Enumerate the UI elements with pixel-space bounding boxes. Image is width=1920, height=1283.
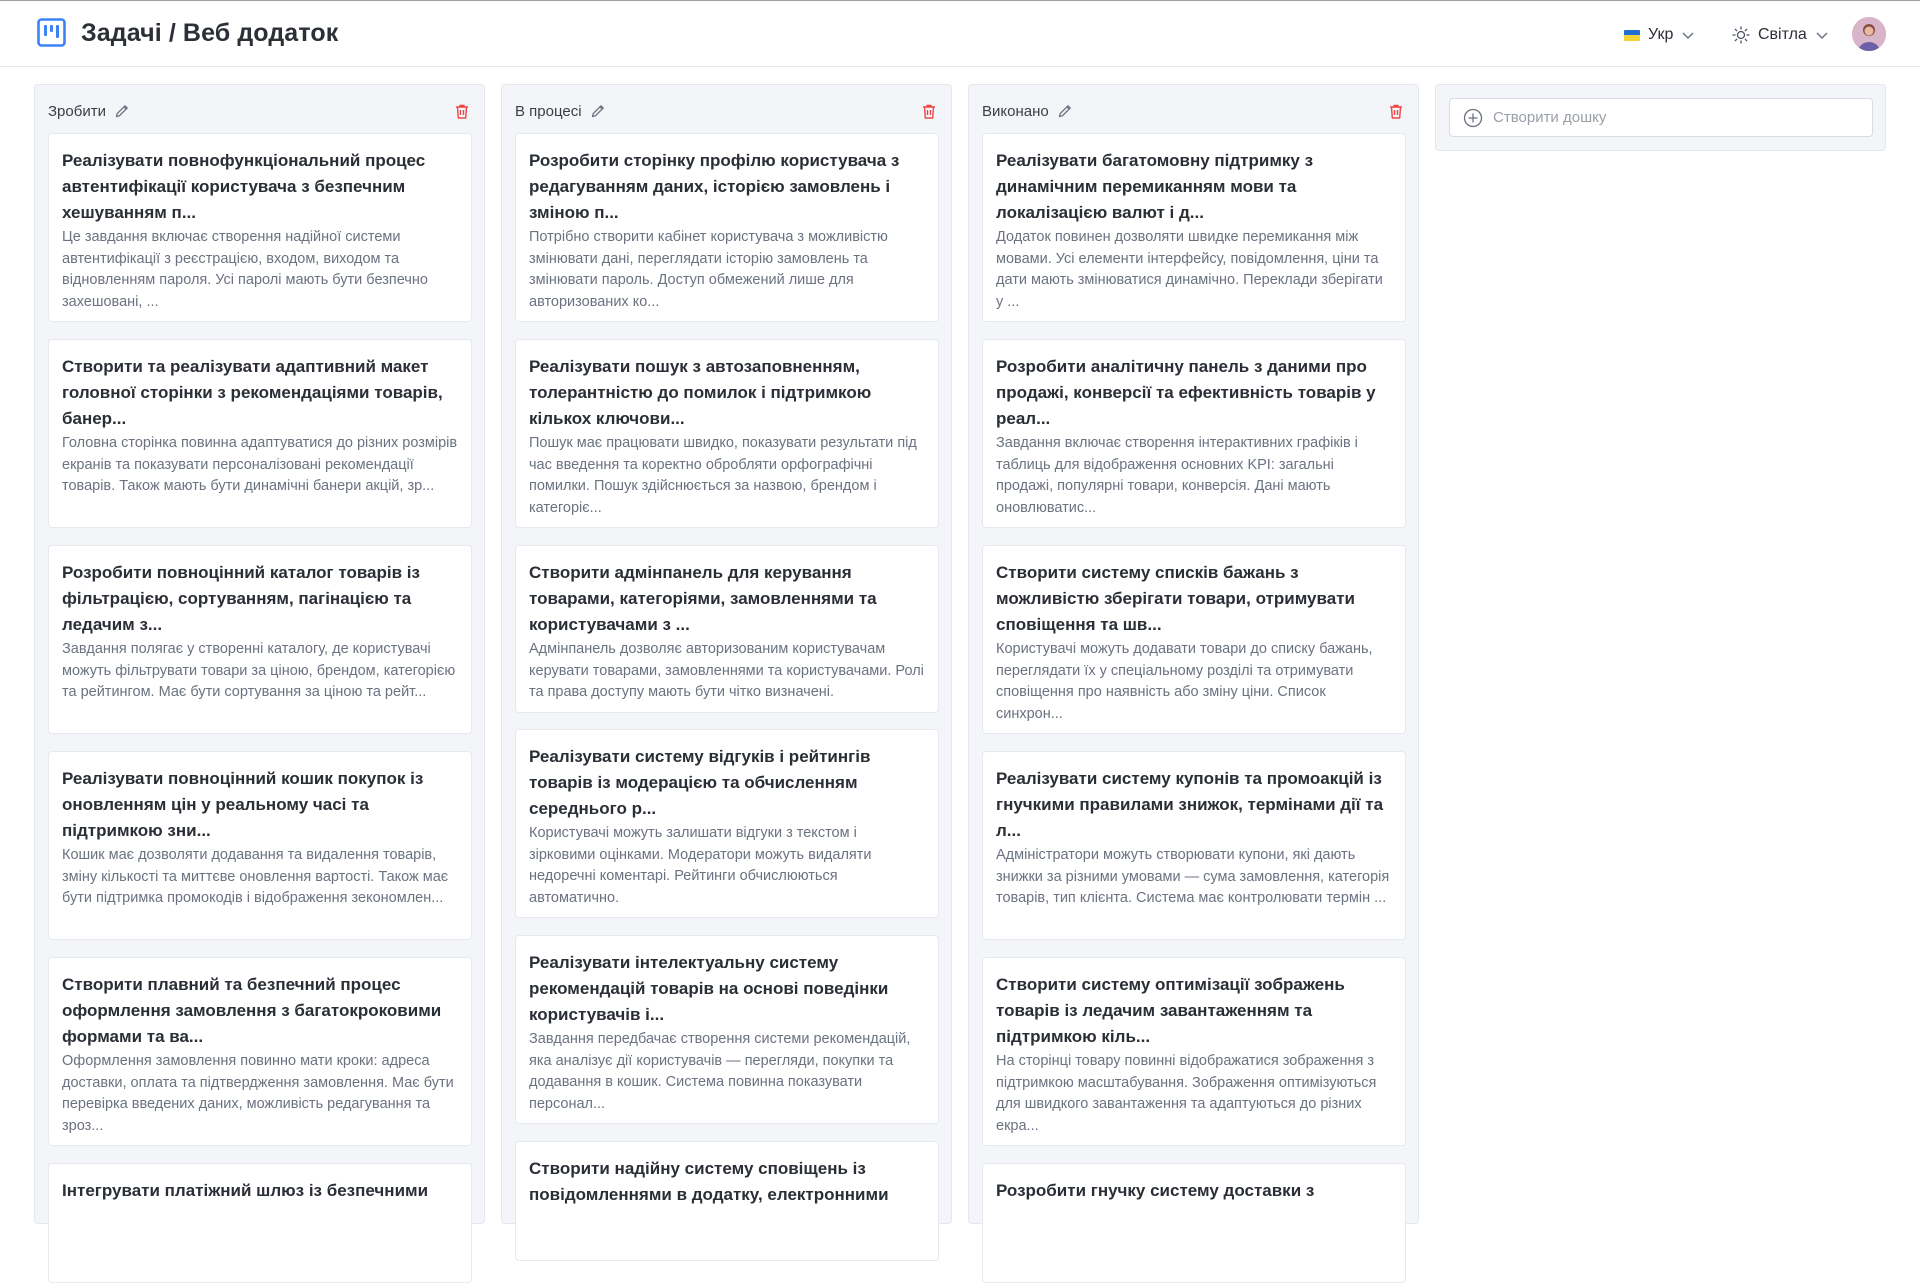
card-title: Розробити аналітичну панель з даними про… [996,357,1376,428]
card-title: Реалізувати пошук з автозаповненням, тол… [529,357,872,428]
card-description: Головна сторінка повинна адаптуватися до… [62,435,458,494]
card-title: Створити плавний та безпечний процес офо… [62,975,442,1046]
task-card[interactable]: Реалізувати пошук з автозаповненням, тол… [515,339,939,528]
column-title: Виконано [982,102,1049,120]
user-portrait-icon [1852,17,1886,51]
card-title: Інтегрувати платіжний шлюз із безпечними [62,1181,429,1200]
edit-pencil-icon[interactable] [1057,103,1073,119]
column-header: В процесі [515,99,937,123]
task-card[interactable]: Розробити повноцінний каталог товарів із… [48,545,472,734]
card-title: Розробити сторінку профілю користувача з… [529,151,900,222]
card-description: Користувачі можуть залишати відгуки з те… [529,825,872,906]
card-title: Створити систему списків бажань з можлив… [996,563,1355,634]
card-description: Кошик має дозволяти додавання та видален… [62,847,449,906]
task-card[interactable]: Створити надійну систему сповіщень із по… [515,1141,939,1261]
ukraine-flag-icon [1624,29,1640,41]
card-description: Адміністратори можуть створювати купони,… [996,847,1390,906]
board-logo-icon[interactable] [37,18,66,47]
task-card[interactable]: Розробити сторінку профілю користувача з… [515,133,939,322]
task-card[interactable]: Розробити аналітичну панель з даними про… [982,339,1406,528]
chevron-down-icon [1682,32,1694,40]
theme-selector[interactable]: Світла [1732,21,1829,49]
card-description: Адмінпанель дозволяє авторизованим корис… [529,641,924,700]
card-description: Завдання полягає у створенні каталогу, д… [62,641,456,700]
theme-label: Світла [1758,26,1807,43]
card-title: Реалізувати повноцінний кошик покупок із… [62,769,424,840]
column-header: Виконано [982,99,1404,123]
task-card[interactable]: Реалізувати інтелектуальну систему реком… [515,935,939,1124]
plus-circle-icon[interactable] [1463,108,1483,128]
app-header: Задачі / Веб додаток Укр Світла [0,1,1920,67]
column-done: Виконано Реалізувати багатомовну підтрим… [968,84,1419,1283]
language-label: Укр [1648,26,1674,43]
card-description: Користувачі можуть додавати товари до сп… [996,641,1373,722]
card-description: Пошук має працювати швидко, показувати р… [529,435,917,516]
column-todo: Зробити Реалізувати повнофункціональний … [34,84,485,1283]
column-title: Зробити [48,102,106,120]
card-description: На сторінці товару повинні відображатися… [996,1053,1377,1134]
create-board-input[interactable]: Створити дошку [1449,98,1873,137]
page-title: Задачі / Веб додаток [81,19,339,47]
card-description: Завдання включає створення інтерактивних… [996,435,1358,516]
card-title: Розробити повноцінний каталог товарів із… [62,563,420,634]
task-card[interactable]: Реалізувати повноцінний кошик покупок із… [48,751,472,940]
card-title: Реалізувати багатомовну підтримку з дина… [996,151,1314,222]
edit-pencil-icon[interactable] [114,103,130,119]
task-card[interactable]: Створити адмінпанель для керування товар… [515,545,939,713]
task-card[interactable]: Інтегрувати платіжний шлюз із безпечними [48,1163,472,1283]
task-card[interactable]: Створити плавний та безпечний процес офо… [48,957,472,1146]
column-title: В процесі [515,102,582,120]
column-header: Зробити [48,99,470,123]
task-card[interactable]: Реалізувати повнофункціональний процес а… [48,133,472,322]
card-description: Оформлення замовлення повинно мати кроки… [62,1053,454,1134]
delete-trash-icon[interactable] [1388,103,1404,120]
sun-icon [1732,26,1750,44]
delete-trash-icon[interactable] [454,103,470,120]
card-description: Потрібно створити кабінет користувача з … [529,229,888,310]
task-card[interactable]: Створити систему оптимізації зображень т… [982,957,1406,1146]
card-title: Створити та реалізувати адаптивний макет… [62,357,443,428]
card-title: Створити систему оптимізації зображень т… [996,975,1345,1046]
task-card[interactable]: Створити та реалізувати адаптивний макет… [48,339,472,528]
create-board-placeholder: Створити дошку [1493,109,1607,126]
user-avatar[interactable] [1852,17,1886,51]
column-in-progress: В процесі Розробити сторінку профілю кор… [501,84,952,1261]
task-card[interactable]: Реалізувати систему відгуків і рейтингів… [515,729,939,918]
card-title: Реалізувати систему відгуків і рейтингів… [529,747,871,818]
card-title: Створити надійну систему сповіщень із по… [529,1159,889,1204]
task-card[interactable]: Реалізувати систему купонів та промоакці… [982,751,1406,940]
delete-trash-icon[interactable] [921,103,937,120]
card-title: Реалізувати інтелектуальну систему реком… [529,953,889,1024]
card-title: Розробити гнучку систему доставки з [996,1181,1315,1200]
language-selector[interactable]: Укр [1624,21,1695,49]
card-title: Реалізувати систему купонів та промоакці… [996,769,1384,840]
card-title: Створити адмінпанель для керування товар… [529,563,877,634]
task-card[interactable]: Реалізувати багатомовну підтримку з дина… [982,133,1406,322]
card-title: Реалізувати повнофункціональний процес а… [62,151,426,222]
card-description: Завдання передбачає створення системи ре… [529,1031,911,1112]
card-description: Додаток повинен дозволяти швидке перемик… [996,229,1383,310]
add-board-panel: Створити дошку [1435,84,1886,151]
task-card[interactable]: Розробити гнучку систему доставки з [982,1163,1406,1283]
task-card[interactable]: Створити систему списків бажань з можлив… [982,545,1406,734]
edit-pencil-icon[interactable] [590,103,606,119]
card-description: Це завдання включає створення надійної с… [62,229,428,310]
chevron-down-icon [1816,32,1828,40]
